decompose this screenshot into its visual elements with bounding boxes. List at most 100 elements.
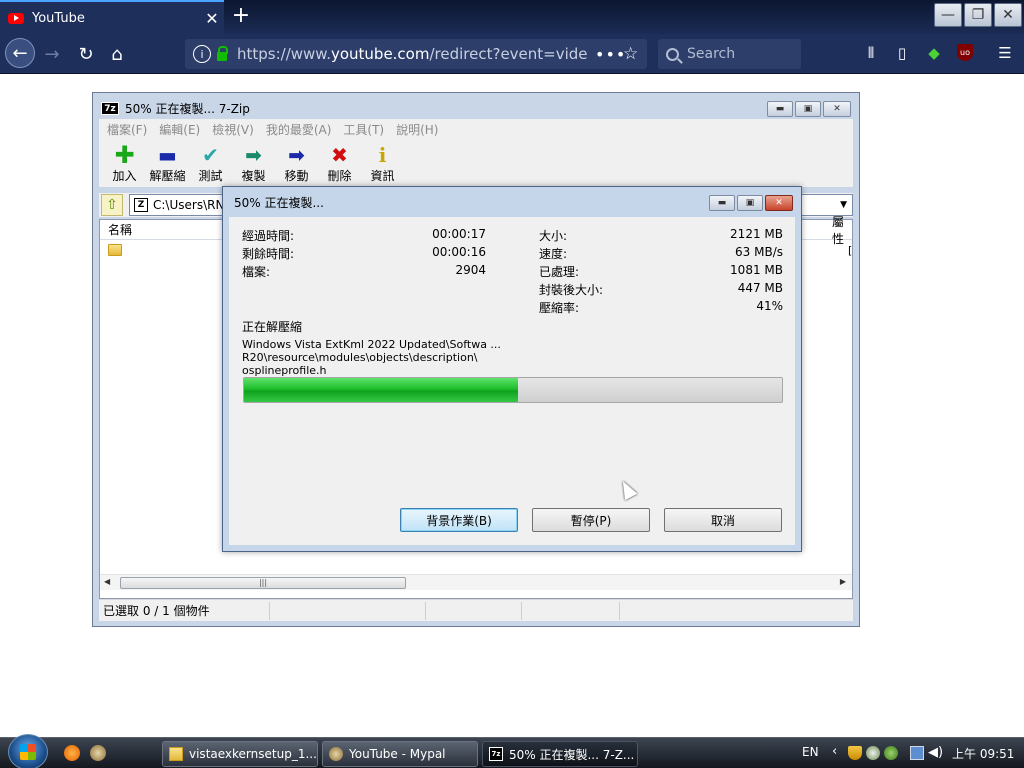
sevenzip-icon: 7z: [489, 747, 503, 761]
operation-status: 正在解壓縮: [242, 320, 303, 334]
network-sharing-icon[interactable]: [884, 746, 898, 760]
pause-button[interactable]: 暫停(P): [532, 508, 650, 532]
menu-icon[interactable]: ☰: [994, 44, 1016, 64]
scroll-left-icon[interactable]: ◀: [104, 577, 110, 586]
elapsed-label: 經過時間:: [242, 229, 295, 243]
folder-up-icon[interactable]: ⇧: [101, 194, 123, 216]
background-button[interactable]: 背景作業(B): [400, 508, 518, 532]
close-button[interactable]: ✕: [765, 195, 793, 211]
library-icon[interactable]: ⫴: [860, 44, 882, 64]
show-hidden-icons-icon[interactable]: ‹: [832, 744, 837, 759]
url-text[interactable]: https://www.youtube.com/redirect?event=v…: [237, 45, 587, 63]
menu-tools[interactable]: 工具(T): [343, 121, 384, 138]
progress-fill: [244, 378, 519, 402]
close-button[interactable]: ✕: [823, 101, 851, 117]
horizontal-scrollbar[interactable]: ◀ ||| ▶: [100, 574, 852, 590]
scrollbar-thumb[interactable]: |||: [120, 577, 406, 589]
elapsed-value: 00:00:17: [432, 227, 486, 241]
clock[interactable]: 上午 09:51: [952, 745, 1014, 762]
info-icon: i: [378, 143, 387, 167]
copy-button[interactable]: ➡ 複製: [232, 139, 275, 187]
cancel-button[interactable]: 取消: [664, 508, 782, 532]
processed-label: 已處理:: [539, 265, 580, 279]
menu-bar: 檔案(F) 編輯(E) 檢視(V) 我的最愛(A) 工具(T) 說明(H): [99, 119, 853, 139]
minimize-button[interactable]: ▬: [709, 195, 735, 211]
maximize-button[interactable]: ❐: [964, 3, 992, 27]
minimize-button[interactable]: ▬: [767, 101, 793, 117]
folder-icon: [169, 747, 183, 761]
column-name[interactable]: 名稱: [108, 221, 132, 238]
forward-icon[interactable]: →: [38, 40, 66, 68]
taskbar: vistaexkernsetup_1... YouTube - Mypal 7z…: [0, 734, 1024, 768]
search-input[interactable]: Search: [658, 39, 801, 69]
taskbar-item-explorer[interactable]: vistaexkernsetup_1...: [162, 741, 318, 767]
maximize-button[interactable]: ▣: [737, 195, 763, 211]
ratio-value: 41%: [756, 299, 783, 313]
menu-view[interactable]: 檢視(V): [212, 121, 254, 138]
volume-icon[interactable]: ◀): [928, 746, 943, 760]
status-bar: 已選取 0 / 1 個物件: [99, 599, 853, 621]
extension-icon[interactable]: ◆: [923, 44, 945, 64]
test-icon: ✔: [202, 143, 219, 167]
bookmark-star-icon[interactable]: ☆: [623, 44, 638, 64]
archive-icon: Z: [134, 198, 148, 212]
minimize-button[interactable]: —: [934, 3, 962, 27]
taskbar-item-mypal[interactable]: YouTube - Mypal: [322, 741, 478, 767]
files-label: 檔案:: [242, 265, 271, 279]
start-button[interactable]: [8, 734, 48, 768]
firefox-quicklaunch-icon[interactable]: [64, 745, 80, 761]
info-button[interactable]: i 資訊: [361, 139, 404, 187]
sevenzip-window-controls: ▬ ▣ ✕: [767, 101, 851, 117]
page-actions-icon[interactable]: •••: [595, 45, 626, 64]
delete-button[interactable]: ✖ 刪除: [318, 139, 361, 187]
maximize-button[interactable]: ▣: [795, 101, 821, 117]
size-value: 2121 MB: [730, 227, 783, 241]
menu-favorites[interactable]: 我的最愛(A): [266, 121, 332, 138]
extract-icon: ▬: [158, 143, 177, 167]
packed-size-value: 447 MB: [737, 281, 783, 295]
ie-icon[interactable]: [866, 746, 880, 760]
status-divider: [619, 602, 620, 620]
mypal-icon: [329, 747, 343, 761]
youtube-icon: [8, 12, 24, 24]
sevenzip-title: 50% 正在複製... 7-Zip: [125, 101, 250, 116]
system-tray: EN ‹ ◀) 上午 09:51: [800, 738, 1024, 768]
home-icon[interactable]: ⌂: [103, 40, 131, 68]
info-icon[interactable]: i: [193, 45, 211, 63]
back-icon[interactable]: ←: [5, 38, 35, 68]
scroll-right-icon[interactable]: ▶: [840, 577, 846, 586]
column-attributes[interactable]: 屬性: [832, 213, 852, 247]
sevenzip-icon: 7z: [101, 101, 119, 115]
copy-icon: ➡: [245, 143, 262, 167]
sevenzip-toolbar: ✚ 加入 ▬ 解壓縮 ✔ 測試 ➡ 複製 ➡ 移動 ✖ 刪除 i 資訊: [99, 139, 853, 187]
processed-value: 1081 MB: [730, 263, 783, 277]
taskbar-item-7zip[interactable]: 7z 50% 正在複製... 7-Z...: [482, 741, 638, 767]
ublock-icon[interactable]: uo: [957, 44, 979, 64]
reload-icon[interactable]: ↻: [72, 40, 100, 68]
current-file-path: Windows Vista ExtKml 2022 Updated\Softwa…: [242, 338, 501, 377]
url-bar[interactable]: i https://www.youtube.com/redirect?event…: [185, 39, 647, 69]
add-button[interactable]: ✚ 加入: [103, 139, 146, 187]
move-button[interactable]: ➡ 移動: [275, 139, 318, 187]
menu-edit[interactable]: 編輯(E): [159, 121, 200, 138]
close-tab-icon[interactable]: ✕: [200, 9, 224, 28]
lock-icon: [217, 45, 228, 61]
language-indicator[interactable]: EN: [802, 745, 819, 759]
shield-icon[interactable]: [848, 746, 862, 760]
extract-button[interactable]: ▬ 解壓縮: [146, 139, 189, 187]
add-icon: ✚: [114, 141, 135, 169]
list-item-attribute: [: [848, 244, 853, 257]
sidebar-icon[interactable]: ▯: [891, 44, 913, 64]
chevron-down-icon[interactable]: ▼: [840, 200, 847, 210]
remaining-value: 00:00:16: [432, 245, 486, 259]
close-window-button[interactable]: ✕: [994, 3, 1022, 27]
test-button[interactable]: ✔ 測試: [189, 139, 232, 187]
menu-help[interactable]: 說明(H): [396, 121, 438, 138]
network-icon[interactable]: [910, 746, 924, 760]
tab-youtube[interactable]: YouTube ✕: [0, 0, 224, 34]
speed-value: 63 MB/s: [735, 245, 783, 259]
mypal-quicklaunch-icon[interactable]: [90, 745, 106, 761]
folder-icon: [108, 244, 122, 256]
new-tab-icon[interactable]: +: [228, 3, 254, 28]
menu-file[interactable]: 檔案(F): [107, 121, 147, 138]
